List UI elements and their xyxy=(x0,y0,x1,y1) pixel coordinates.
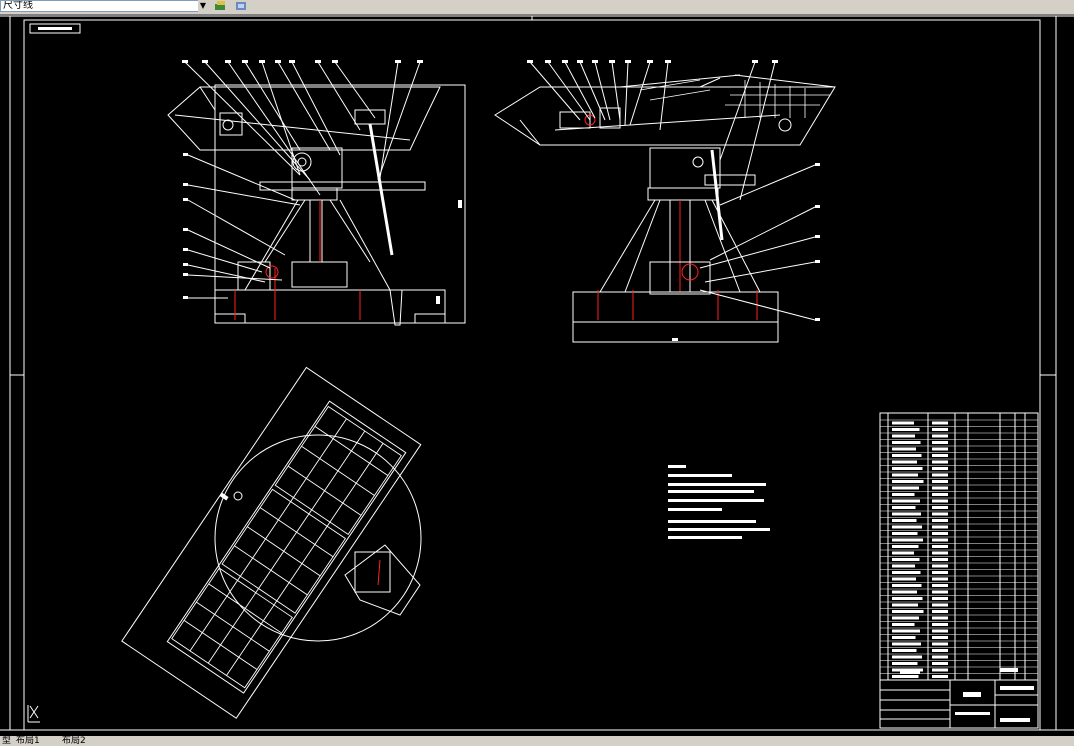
drawing-canvas[interactable] xyxy=(0,14,1074,736)
parts-list-table xyxy=(879,412,1039,729)
top-view xyxy=(121,366,422,719)
layer-dropdown[interactable]: 尺寸线 xyxy=(0,0,208,12)
tab-model[interactable]: 型 xyxy=(0,736,13,746)
chevron-down-icon[interactable]: ▼ xyxy=(198,0,208,12)
drawing-frame xyxy=(0,15,1074,731)
layer-tools-icon[interactable] xyxy=(214,0,228,12)
tab-layout1[interactable]: 布局1 xyxy=(14,736,42,746)
ucs-icon xyxy=(27,705,40,723)
layer-match-icon[interactable] xyxy=(234,0,248,12)
layout-tabs-bar: 型 布局1 布局2 xyxy=(0,736,1074,746)
toolbar: 尺寸线 ▼ xyxy=(0,0,1074,15)
tab-layout2[interactable]: 布局2 xyxy=(60,736,88,746)
layer-dropdown-value: 尺寸线 xyxy=(3,0,33,11)
front-view xyxy=(167,60,466,326)
side-view xyxy=(494,60,836,343)
technical-notes xyxy=(668,465,770,539)
